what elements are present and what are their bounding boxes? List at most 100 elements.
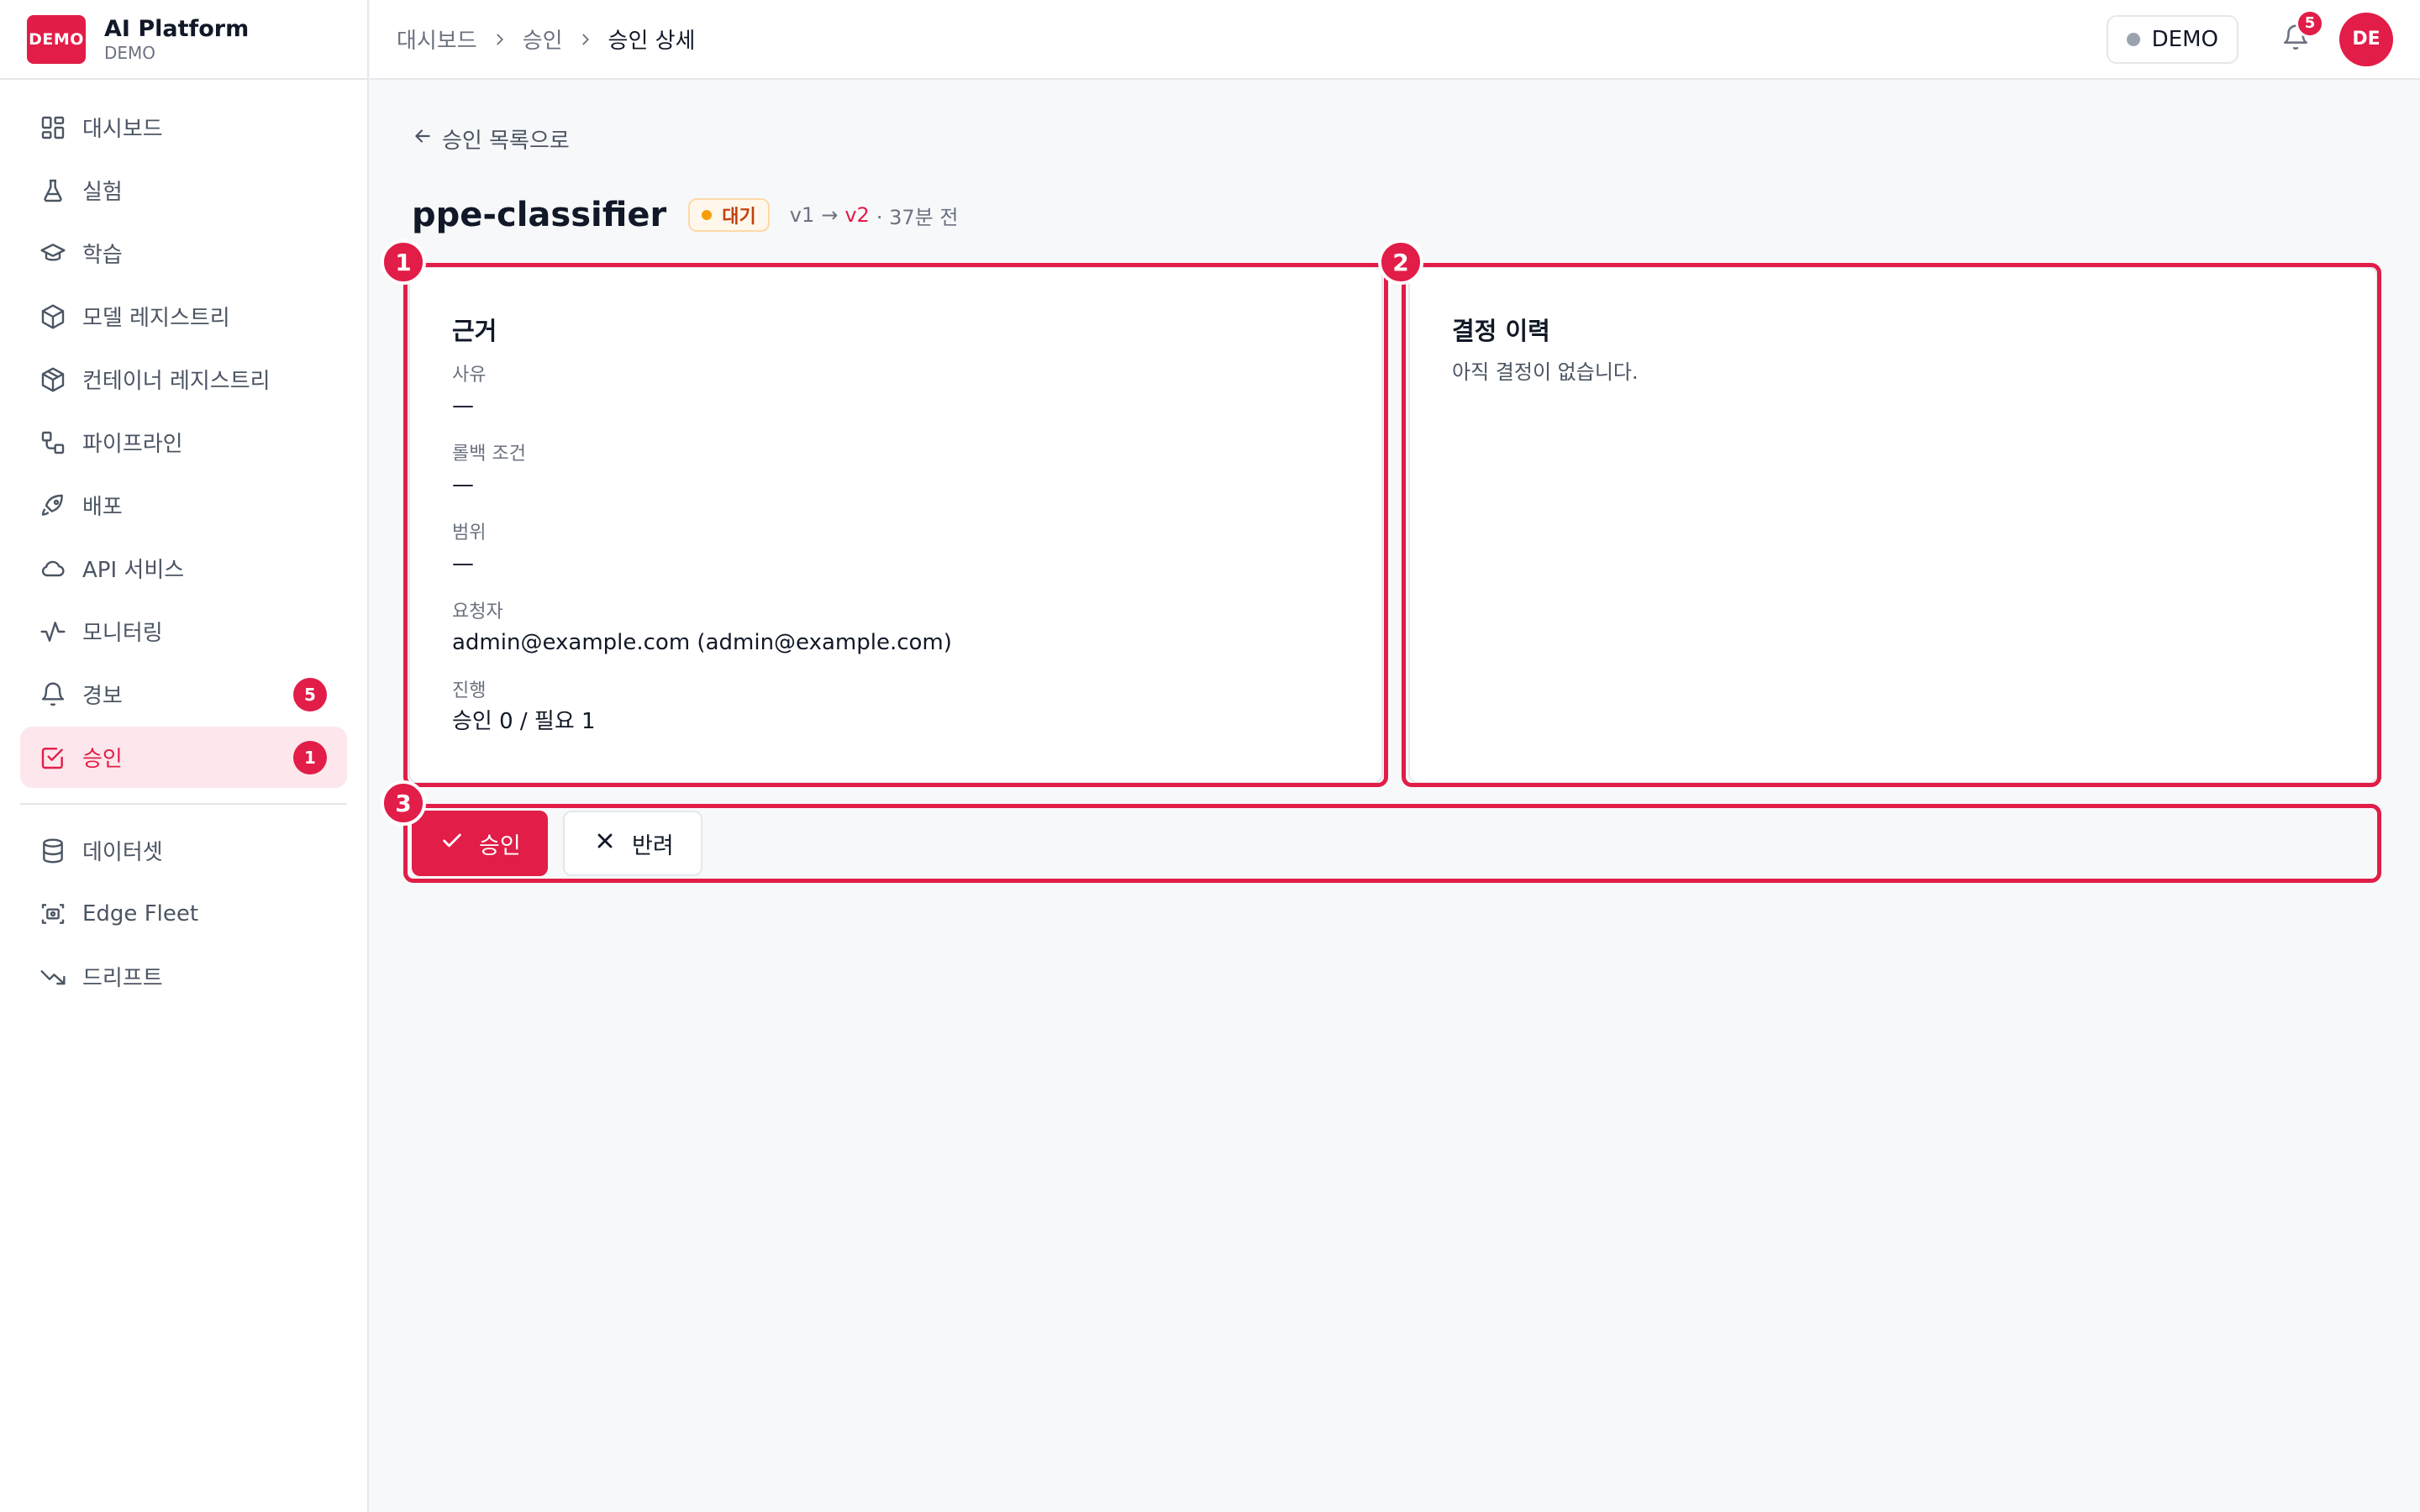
sidebar-item-alerts[interactable]: 경보 5: [20, 664, 347, 725]
bell-icon: [39, 680, 67, 709]
field-label: 범위: [452, 522, 487, 543]
highlight-marker-2: 2: [1378, 239, 1423, 285]
breadcrumb-current: 승인 상세: [608, 29, 696, 54]
field-value: —: [452, 551, 474, 576]
sidebar-item-datasets[interactable]: 데이터셋: [20, 820, 347, 881]
trending-down-icon: [39, 963, 67, 991]
flask-icon: [39, 176, 67, 205]
brand-subtitle: DEMO: [104, 42, 156, 63]
chevron-right-icon: [491, 30, 509, 49]
page-title: ppe-classifier: [412, 196, 667, 234]
breadcrumb-dashboard[interactable]: 대시보드: [397, 24, 477, 55]
reject-button-label: 반려: [632, 832, 674, 859]
sidebar-item-pipelines[interactable]: 파이프라인: [20, 412, 347, 473]
sidebar-item-monitoring[interactable]: 모니터링: [20, 601, 347, 662]
sidebar-item-container-registry[interactable]: 컨테이너 레지스트리: [20, 349, 347, 410]
main-content: 승인 목록으로 ppe-classifier 대기 v1 → v2 · 37분 …: [370, 81, 2420, 1512]
field-scope: 범위 —: [452, 522, 486, 579]
check-icon: [440, 829, 479, 858]
sidebar-item-model-registry[interactable]: 모델 레지스트리: [20, 286, 347, 347]
sidebar: DEMO AI Platform DEMO 대시보드 실험 학습 모델 레지스트…: [0, 0, 369, 1512]
highlight-marker-3: 3: [381, 780, 426, 826]
sidebar-item-label: 드리프트: [82, 966, 163, 991]
graduation-cap-icon: [39, 239, 67, 268]
sidebar-item-label: 배포: [82, 495, 123, 520]
sidebar-item-edge-fleet[interactable]: Edge Fleet: [20, 883, 347, 944]
status-label: 대기: [722, 207, 756, 228]
field-reason: 사유 —: [452, 364, 486, 421]
sidebar-item-dashboard[interactable]: 대시보드: [20, 97, 347, 158]
breadcrumb: 대시보드 승인 승인 상세: [397, 24, 695, 55]
to-version: v2: [844, 203, 870, 227]
field-value: 승인 0 / 필요 1: [452, 709, 596, 734]
edge-device-icon: [39, 900, 67, 928]
brand-logo: DEMO: [27, 14, 86, 64]
chevron-right-icon: [576, 30, 595, 49]
activity-icon: [39, 617, 67, 646]
environment-selector[interactable]: DEMO: [2106, 14, 2238, 64]
from-version: v1: [789, 203, 815, 227]
field-label: 롤백 조건: [452, 444, 526, 465]
breadcrumb-approvals[interactable]: 승인: [523, 24, 563, 55]
sidebar-divider: [20, 803, 347, 805]
sidebar-item-training[interactable]: 학습: [20, 223, 347, 284]
field-label: 사유: [452, 365, 487, 386]
arrow-left-icon: [412, 125, 442, 153]
sidebar-item-label: 대시보드: [82, 117, 163, 142]
approve-button-label: 승인: [479, 832, 521, 859]
cube-icon: [39, 302, 67, 331]
sidebar-item-label: 모델 레지스트리: [82, 306, 230, 331]
notifications-button[interactable]: 5: [2270, 8, 2324, 65]
user-avatar[interactable]: DE: [2339, 12, 2393, 66]
field-label: 요청자: [452, 601, 503, 622]
status-badge: 대기: [688, 198, 770, 232]
field-label: 진행: [452, 680, 487, 701]
brand[interactable]: DEMO AI Platform DEMO: [0, 0, 367, 80]
title-row: ppe-classifier 대기 v1 → v2 · 37분 전: [412, 196, 958, 234]
workflow-icon: [39, 428, 67, 457]
sidebar-item-label: 컨테이너 레지스트리: [82, 369, 271, 394]
sidebar-item-approvals[interactable]: 승인 1: [20, 727, 347, 788]
approve-button[interactable]: 승인: [412, 811, 548, 876]
request-time: · 37분 전: [876, 205, 959, 229]
sidebar-item-label: API 서비스: [82, 558, 185, 583]
highlight-marker-1: 1: [381, 239, 426, 285]
sidebar-item-label: 학습: [82, 243, 123, 268]
rocket-icon: [39, 491, 67, 520]
field-value: —: [452, 472, 474, 497]
field-value: —: [452, 393, 474, 418]
reject-button[interactable]: 반려: [563, 811, 702, 876]
field-rollback-condition: 롤백 조건 —: [452, 443, 526, 500]
sidebar-item-label: 데이터셋: [82, 840, 163, 865]
sidebar-item-label: 승인: [82, 747, 123, 772]
topbar: 대시보드 승인 승인 상세 DEMO 5 DE: [370, 0, 2420, 80]
sidebar-item-api-services[interactable]: API 서비스: [20, 538, 347, 599]
field-requester: 요청자 admin@example.com (admin@example.com…: [452, 601, 952, 658]
back-link-label: 승인 목록으로: [442, 129, 570, 154]
sidebar-item-drift[interactable]: 드리프트: [20, 946, 347, 1007]
version-arrow: →: [821, 203, 839, 227]
sidebar-item-label: 경보: [82, 684, 123, 709]
sidebar-item-label: 파이프라인: [82, 432, 183, 457]
package-icon: [39, 365, 67, 394]
sidebar-item-deployments[interactable]: 배포: [20, 475, 347, 536]
approvals-count-badge: 1: [293, 740, 327, 774]
rationale-title: 근거: [452, 317, 497, 345]
environment-label: DEMO: [2151, 26, 2218, 52]
alerts-count-badge: 5: [293, 677, 327, 711]
sidebar-item-label: Edge Fleet: [82, 900, 199, 927]
sidebar-item-label: 실험: [82, 180, 123, 205]
brand-title: AI Platform: [104, 15, 250, 42]
sidebar-item-label: 모니터링: [82, 621, 163, 646]
sidebar-item-experiments[interactable]: 실험: [20, 160, 347, 221]
back-to-approvals-link[interactable]: 승인 목록으로: [412, 123, 570, 155]
decision-history-empty: 아직 결정이 없습니다.: [1452, 360, 1639, 384]
check-square-icon: [39, 743, 67, 772]
field-value: admin@example.com (admin@example.com): [452, 630, 952, 655]
version-meta: v1 → v2 · 37분 전: [790, 201, 959, 230]
sidebar-nav: 대시보드 실험 학습 모델 레지스트리 컨테이너 레지스트리 파이프라인 배포 …: [0, 80, 367, 1007]
database-icon: [39, 837, 67, 865]
cloud-icon: [39, 554, 67, 583]
decision-history-card: 결정 이력 아직 결정이 없습니다.: [1408, 266, 2378, 784]
notifications-count-badge: 5: [2296, 8, 2324, 38]
